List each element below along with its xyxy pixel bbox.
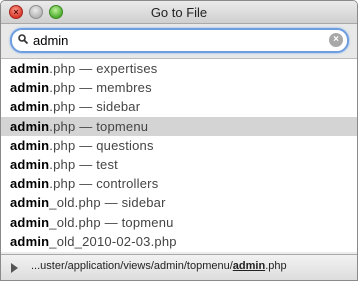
result-item[interactable]: admin.php — expertises	[1, 59, 357, 78]
result-item-selected[interactable]: admin.php — topmenu	[1, 116, 357, 136]
search-input[interactable]	[33, 30, 318, 51]
result-item[interactable]: admin.php — sidebar	[1, 97, 357, 116]
result-item[interactable]: admin.php — membres	[1, 78, 357, 97]
clear-icon: ×	[333, 34, 339, 45]
result-item[interactable]: admin.php — controllers	[1, 174, 357, 193]
result-item[interactable]: admin.php — questions	[1, 136, 357, 155]
selected-file-path: ...uster/application/views/admin/topmenu…	[31, 260, 287, 272]
result-item[interactable]: admin_old_2010-02-03.php	[1, 232, 357, 251]
go-to-file-window: × Go to File × admin.php — expertises ad…	[0, 0, 358, 281]
result-item[interactable]: admin_old.php — topmenu	[1, 213, 357, 232]
results-list: admin.php — expertises admin.php — membr…	[1, 59, 357, 252]
search-field[interactable]: ×	[10, 28, 349, 53]
search-bar: ×	[1, 24, 357, 59]
disclosure-triangle-icon[interactable]	[11, 263, 18, 273]
title-bar[interactable]: × Go to File	[1, 1, 357, 24]
path-bar: ...uster/application/views/admin/topmenu…	[1, 254, 357, 280]
result-item[interactable]: admin_old.php — sidebar	[1, 193, 357, 212]
clear-search-button[interactable]: ×	[329, 33, 343, 47]
result-item[interactable]: admin.php — test	[1, 155, 357, 174]
window-title: Go to File	[150, 5, 208, 20]
search-icon	[18, 34, 28, 44]
